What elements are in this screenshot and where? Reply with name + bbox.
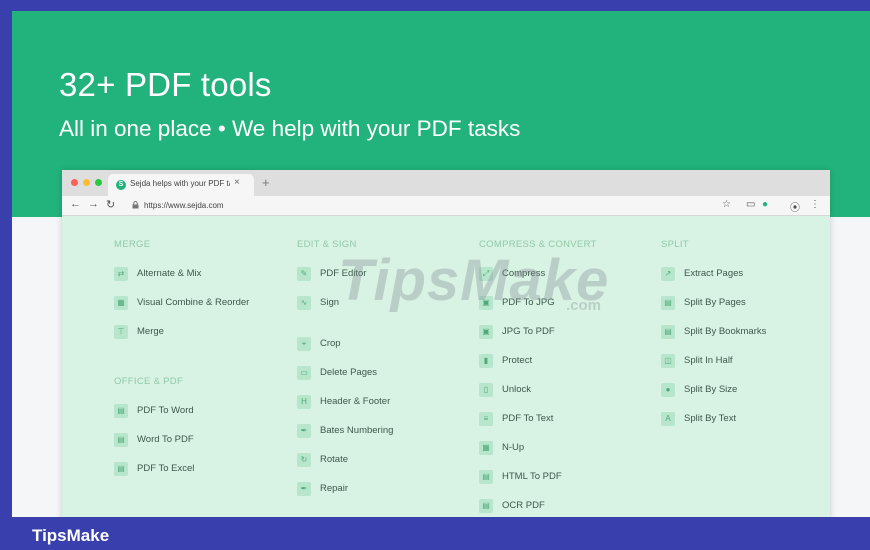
tool-label: Extract Pages bbox=[684, 268, 744, 279]
hero-subtitle: All in one place • We help with your PDF… bbox=[59, 116, 521, 141]
hero-title: 32+ PDF tools bbox=[59, 66, 272, 103]
split-heading: SPLIT bbox=[661, 239, 689, 250]
text-icon: ≡ bbox=[479, 412, 493, 426]
wrench-icon: ✒ bbox=[297, 482, 311, 496]
pencil-icon: ✎ bbox=[297, 267, 311, 281]
watermark-suffix: .com bbox=[566, 297, 602, 314]
reload-icon[interactable]: ↻ bbox=[106, 198, 115, 211]
tool-label: Repair bbox=[320, 483, 348, 494]
tool-label: Split By Text bbox=[684, 413, 737, 424]
bookmark-star-icon[interactable]: ☆ bbox=[722, 199, 731, 210]
stamp-icon: ✒ bbox=[297, 424, 311, 438]
minimize-window-dot[interactable] bbox=[83, 179, 90, 186]
grid-icon: ▦ bbox=[479, 441, 493, 455]
tool-label: Crop bbox=[320, 338, 341, 349]
shuffle-icon: ⇄ bbox=[114, 267, 128, 281]
tool-label: Merge bbox=[137, 326, 164, 337]
merge-icon: ⊤ bbox=[114, 325, 128, 339]
address-bar: ← → ↻ https://www.sejda.com ☆ ▭ ● ⦿ ⋮ bbox=[62, 196, 830, 216]
size-icon: ● bbox=[661, 383, 675, 397]
bookmark-icon: ▤ bbox=[661, 325, 675, 339]
tool-label: HTML To PDF bbox=[502, 471, 562, 482]
url-field[interactable]: https://www.sejda.com bbox=[144, 201, 224, 210]
browser-window: S Sejda helps with your PDF tas × + ← → … bbox=[62, 170, 830, 517]
tool-label: Split By Size bbox=[684, 384, 738, 395]
tool-label: Split In Half bbox=[684, 355, 733, 366]
extension-icon[interactable]: ● bbox=[762, 199, 768, 210]
unlock-icon: ▯ bbox=[479, 383, 493, 397]
sejda-favicon-icon: S bbox=[116, 180, 126, 190]
close-window-dot[interactable] bbox=[71, 179, 78, 186]
browser-tab[interactable]: S Sejda helps with your PDF tas × bbox=[108, 174, 254, 196]
lock-icon: ▮ bbox=[479, 354, 493, 368]
doc-icon: ▤ bbox=[479, 470, 493, 484]
tool-label: N-Up bbox=[502, 442, 525, 453]
tool-label: Word To PDF bbox=[137, 434, 194, 445]
grid-icon: ▦ bbox=[114, 296, 128, 310]
tool-label: Header & Footer bbox=[320, 396, 391, 407]
cast-icon[interactable]: ▭ bbox=[746, 199, 755, 210]
extract-icon: ↗ bbox=[661, 267, 675, 281]
header-icon: H bbox=[297, 395, 311, 409]
tool-label: PDF To Word bbox=[137, 405, 194, 416]
tool-label: OCR PDF bbox=[502, 500, 545, 511]
profile-icon[interactable]: ⦿ bbox=[790, 199, 800, 214]
forward-arrow-icon[interactable]: → bbox=[88, 198, 99, 210]
promo-canvas: 32+ PDF tools All in one place • We help… bbox=[12, 11, 870, 517]
tool-label: Rotate bbox=[320, 454, 348, 465]
image-icon: ▣ bbox=[479, 325, 493, 339]
ocr-icon: ▤ bbox=[479, 499, 493, 513]
tool-label: Protect bbox=[502, 355, 533, 366]
trash-icon: ▭ bbox=[297, 366, 311, 380]
doc-icon: ▤ bbox=[114, 433, 128, 447]
rotate-icon: ↻ bbox=[297, 453, 311, 467]
text-icon: A bbox=[661, 412, 675, 426]
tool-label: PDF To Excel bbox=[137, 463, 195, 474]
tool-label: Visual Combine & Reorder bbox=[137, 297, 250, 308]
footer-bar: TipsMake bbox=[0, 517, 870, 550]
half-icon: ◫ bbox=[661, 354, 675, 368]
tool-label: Split By Bookmarks bbox=[684, 326, 767, 337]
tool-label: Alternate & Mix bbox=[137, 268, 202, 279]
merge-heading: MERGE bbox=[114, 239, 151, 250]
tool-label: Unlock bbox=[502, 384, 532, 395]
crop-icon: ⌖ bbox=[297, 337, 311, 351]
lock-icon bbox=[132, 201, 139, 209]
doc-icon: ▤ bbox=[114, 404, 128, 418]
tool-label: JPG To PDF bbox=[502, 326, 555, 337]
maximize-window-dot[interactable] bbox=[95, 179, 102, 186]
doc-icon: ▤ bbox=[114, 462, 128, 476]
tab-title: Sejda helps with your PDF tas bbox=[130, 179, 230, 188]
footer-brand: TipsMake bbox=[32, 526, 110, 545]
tool-label: Sign bbox=[320, 297, 340, 308]
tool-label: PDF To Text bbox=[502, 413, 554, 424]
back-arrow-icon[interactable]: ← bbox=[70, 198, 81, 210]
signature-icon: ∿ bbox=[297, 296, 311, 310]
tab-close-icon[interactable]: × bbox=[234, 177, 240, 188]
split-icon: ▤ bbox=[661, 296, 675, 310]
tool-label: Delete Pages bbox=[320, 367, 378, 378]
office-heading: OFFICE & PDF bbox=[114, 376, 184, 387]
new-tab-icon[interactable]: + bbox=[262, 175, 270, 190]
tool-label: Split By Pages bbox=[684, 297, 746, 308]
tab-bar: S Sejda helps with your PDF tas × + bbox=[62, 170, 830, 196]
menu-dots-icon[interactable]: ⋮ bbox=[810, 199, 820, 210]
tool-label: Bates Numbering bbox=[320, 425, 394, 436]
